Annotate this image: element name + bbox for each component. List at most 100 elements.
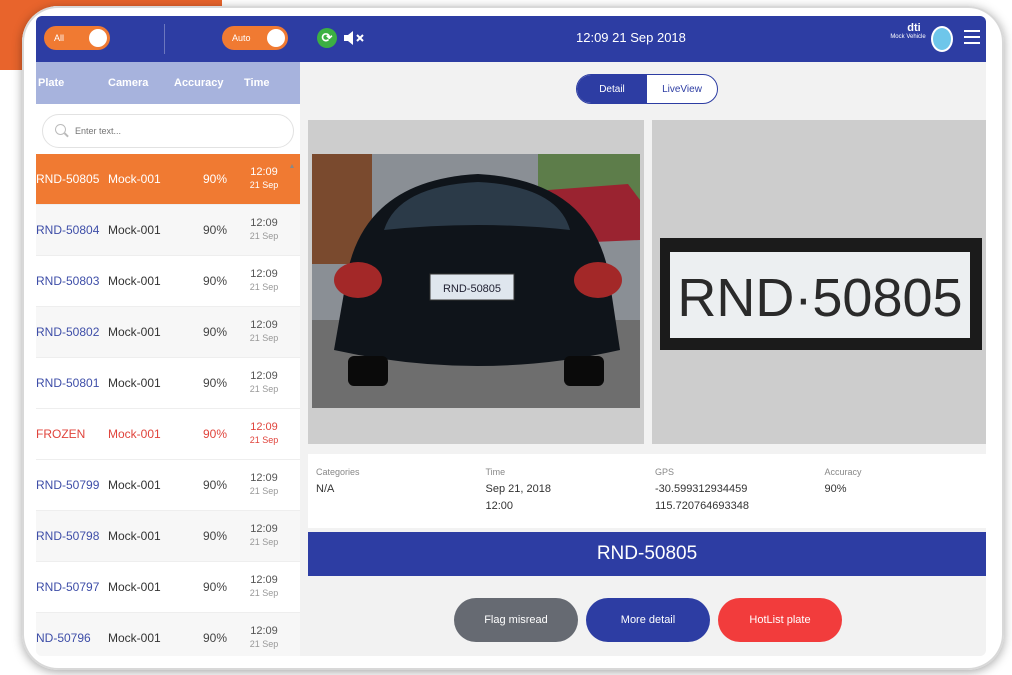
gps-label: GPS [655, 467, 675, 477]
categories-value: N/A [316, 483, 335, 495]
row-time: 12:09 21 Sep [242, 472, 286, 498]
row-plate: ND-50796 [36, 631, 91, 645]
row-accuracy: 90% [202, 529, 228, 543]
column-header-time[interactable]: Time [244, 77, 284, 89]
avatar[interactable] [931, 26, 953, 52]
list-item[interactable]: ND-50796 Mock-001 90% 12:09 21 Sep [36, 613, 300, 656]
search-input[interactable] [75, 126, 275, 136]
row-accuracy: 90% [202, 172, 228, 186]
top-bar: All Auto ⟳ 12:09 21 Sep 2018 dti Mock Ve… [36, 16, 986, 62]
list-item[interactable]: RND-50804 Mock-001 90% 12:09 21 Sep [36, 205, 300, 256]
refresh-icon[interactable]: ⟳ [317, 28, 337, 48]
row-camera: Mock-001 [108, 172, 161, 186]
search-box[interactable] [42, 114, 294, 148]
row-date: 21 Sep [249, 282, 279, 292]
toggle-knob [267, 29, 285, 47]
row-time: 12:09 21 Sep [242, 370, 286, 396]
row-plate: RND-50802 [36, 325, 100, 339]
row-time: 12:09 21 Sep [242, 625, 286, 651]
date-time-display: 12:09 21 Sep 2018 [576, 30, 686, 45]
plate-banner: RND-50805 [308, 532, 986, 576]
row-time: 12:09 21 Sep [242, 166, 286, 192]
flag-misread-button[interactable]: Flag misread [454, 598, 578, 642]
row-date: 21 Sep [249, 486, 279, 496]
info-categories: Categories N/A [308, 454, 478, 528]
device-frame: All Auto ⟳ 12:09 21 Sep 2018 dti Mock Ve… [22, 6, 1004, 670]
plate-list: RND-50805 Mock-001 90% 12:09 21 Sep RND-50804… [36, 154, 300, 656]
toggle-knob [89, 29, 107, 47]
accuracy-label: Accuracy [824, 467, 862, 477]
user-full-name: Mock Vehicle [890, 34, 926, 40]
column-header-camera[interactable]: Camera [108, 77, 174, 89]
user-short-name: dti [907, 22, 921, 34]
hotlist-plate-button[interactable]: HotList plate [718, 598, 842, 642]
auto-toggle-label: Auto [232, 33, 251, 43]
detail-panel: Detail LiveView RND-50805 RND·50805 Cate… [300, 62, 986, 656]
row-plate: RND-50804 [36, 223, 100, 237]
row-camera: Mock-001 [108, 478, 161, 492]
list-item[interactable]: RND-50799 Mock-001 90% 12:09 21 Sep [36, 460, 300, 511]
row-date: 21 Sep [249, 231, 279, 241]
row-plate: RND-50805 [36, 172, 100, 186]
row-camera: Mock-001 [108, 223, 161, 237]
row-plate: RND-50803 [36, 274, 100, 288]
row-camera: Mock-001 [108, 325, 161, 339]
row-camera: Mock-001 [108, 427, 161, 441]
hamburger-menu-icon[interactable] [964, 30, 980, 46]
tab-liveview[interactable]: LiveView [647, 75, 717, 103]
row-date: 21 Sep [249, 639, 279, 649]
row-date: 21 Sep [249, 435, 279, 445]
row-plate: RND-50801 [36, 376, 100, 390]
row-plate: FROZEN [36, 427, 86, 441]
plate-crop-panel: RND·50805 [652, 120, 986, 444]
vehicle-photo[interactable]: RND-50805 [308, 120, 644, 444]
row-camera: Mock-001 [108, 274, 161, 288]
plate-list-header: Plate Camera Accuracy Time [36, 62, 300, 104]
time-value-time: 12:00 [485, 500, 514, 512]
row-accuracy: 90% [202, 376, 228, 390]
read-info: Categories N/A Time Sep 21, 2018 12:00 G… [308, 454, 986, 528]
gps-longitude: 115.720764693348 [655, 500, 750, 512]
auto-toggle[interactable]: Auto [222, 26, 288, 50]
row-accuracy: 90% [202, 427, 228, 441]
info-gps: GPS -30.599312934459 115.720764693348 [647, 454, 817, 528]
row-accuracy: 90% [202, 631, 228, 645]
topbar-divider [164, 24, 165, 54]
app-screen: All Auto ⟳ 12:09 21 Sep 2018 dti Mock Ve… [36, 16, 986, 656]
list-item[interactable]: RND-50805 Mock-001 90% 12:09 21 Sep [36, 154, 300, 205]
time-value-date: Sep 21, 2018 [485, 483, 551, 495]
accuracy-value: 90% [824, 483, 847, 495]
row-camera: Mock-001 [108, 529, 161, 543]
row-camera: Mock-001 [108, 580, 161, 594]
list-item[interactable]: RND-50803 Mock-001 90% 12:09 21 Sep [36, 256, 300, 307]
time-label: Time [485, 467, 506, 477]
list-item[interactable]: FROZEN Mock-001 90% 12:09 21 Sep [36, 409, 300, 460]
user-info[interactable]: dti Mock Vehicle [874, 22, 934, 56]
row-accuracy: 90% [202, 274, 228, 288]
row-accuracy: 90% [202, 580, 228, 594]
all-toggle-label: All [54, 33, 65, 43]
column-header-accuracy[interactable]: Accuracy [174, 77, 244, 89]
view-switcher: Detail LiveView [576, 74, 718, 104]
vehicle-plate-text: RND-50805 [443, 283, 501, 295]
mute-icon[interactable] [342, 28, 366, 48]
more-detail-button[interactable]: More detail [586, 598, 710, 642]
list-item[interactable]: RND-50801 Mock-001 90% 12:09 21 Sep [36, 358, 300, 409]
row-date: 21 Sep [249, 588, 279, 598]
plate-crop-image[interactable]: RND·50805 [652, 120, 986, 444]
tab-detail[interactable]: Detail [577, 75, 647, 103]
all-toggle[interactable]: All [44, 26, 110, 50]
row-time: 12:09 21 Sep [242, 217, 286, 243]
list-scrollbar[interactable] [290, 164, 294, 656]
search-icon [55, 124, 69, 138]
row-date: 21 Sep [249, 384, 279, 394]
list-item[interactable]: RND-50802 Mock-001 90% 12:09 21 Sep [36, 307, 300, 358]
row-accuracy: 90% [202, 223, 228, 237]
vehicle-image-panel: RND-50805 [308, 120, 644, 444]
row-plate: RND-50799 [36, 478, 100, 492]
row-plate: RND-50797 [36, 580, 100, 594]
row-plate: RND-50798 [36, 529, 100, 543]
list-item[interactable]: RND-50797 Mock-001 90% 12:09 21 Sep [36, 562, 300, 613]
column-header-plate[interactable]: Plate [36, 77, 108, 89]
list-item[interactable]: RND-50798 Mock-001 90% 12:09 21 Sep [36, 511, 300, 562]
